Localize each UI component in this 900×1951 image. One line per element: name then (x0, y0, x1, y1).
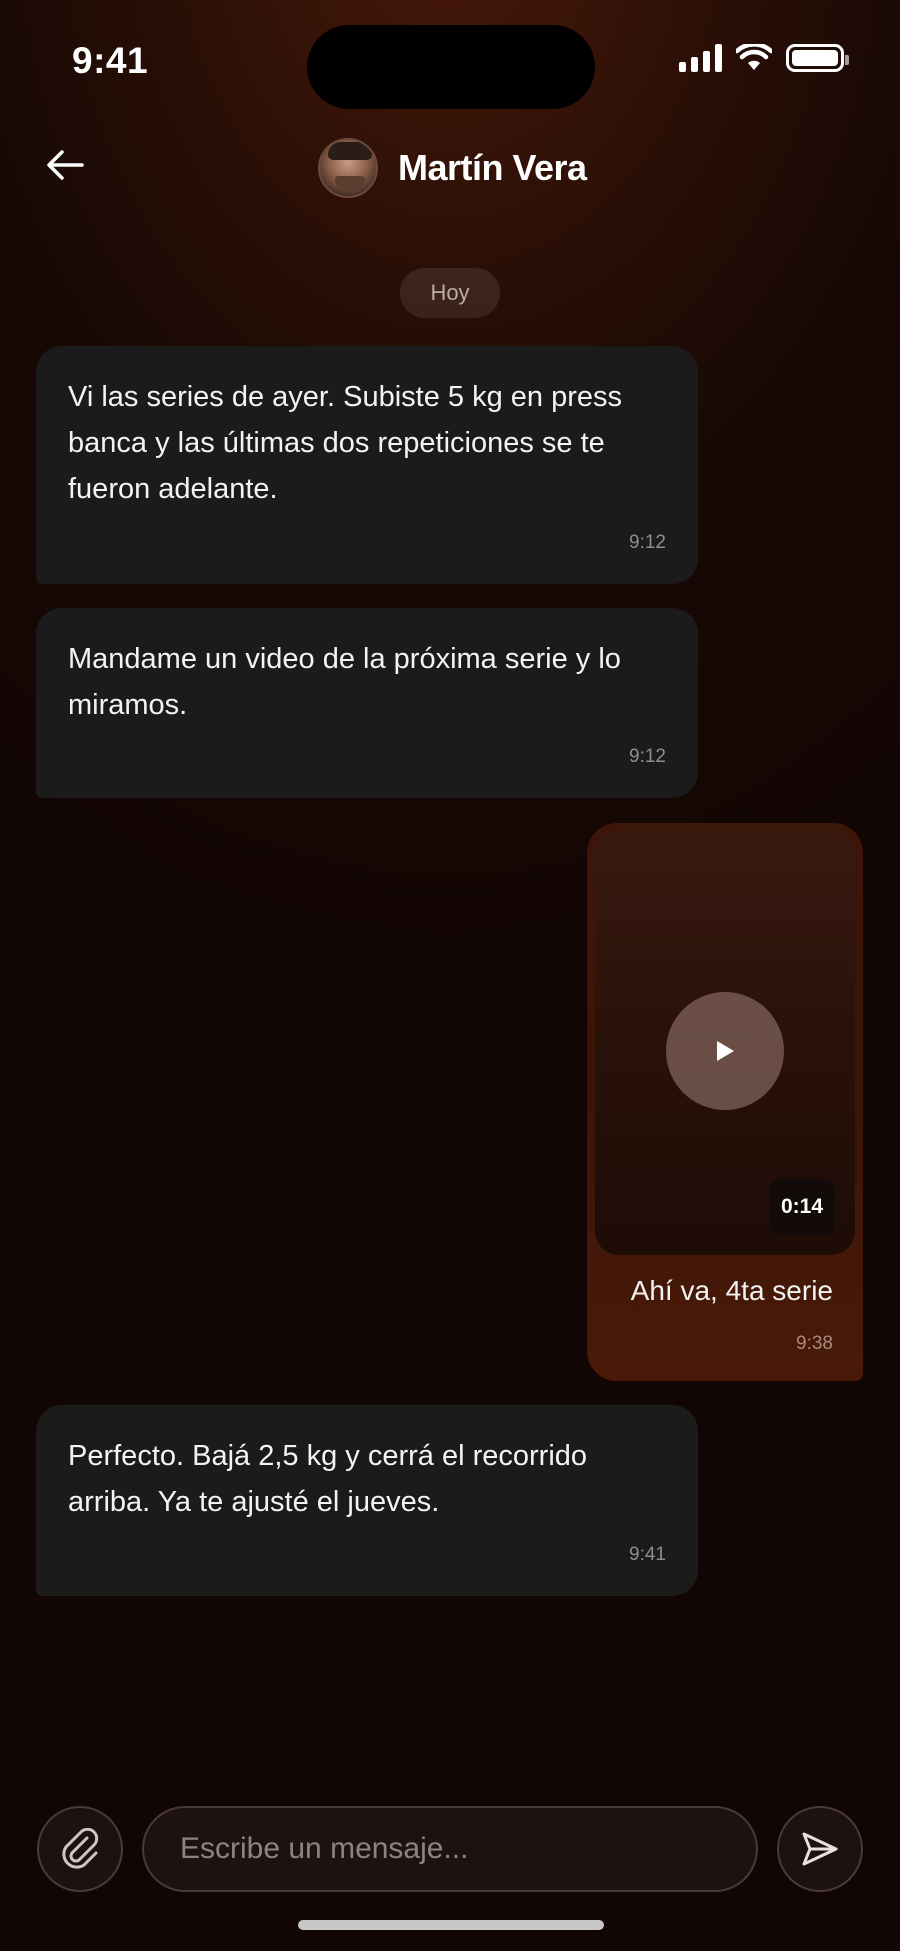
message-text: Vi las series de ayer. Subiste 5 kg en p… (68, 381, 622, 505)
send-button[interactable] (777, 1806, 863, 1892)
message-time: 9:12 (629, 746, 666, 767)
message-text: Perfecto. Bajá 2,5 kg y cerrá el recorri… (68, 1440, 588, 1518)
date-divider: Hoy (400, 268, 500, 318)
signal-icon (679, 44, 722, 72)
play-button[interactable] (666, 992, 784, 1110)
home-indicator (298, 1920, 604, 1930)
wifi-icon (736, 44, 772, 70)
message-time: 9:41 (629, 1544, 666, 1565)
arrow-left-icon (47, 150, 84, 180)
back-button[interactable] (40, 140, 90, 190)
message-time: 9:12 (629, 532, 666, 553)
attach-button[interactable] (37, 1806, 123, 1892)
send-icon (802, 1832, 838, 1866)
message-input[interactable] (142, 1806, 758, 1892)
message-time: 9:38 (796, 1333, 833, 1354)
message-bubble-incoming[interactable]: Perfecto. Bajá 2,5 kg y cerrá el recorri… (36, 1405, 698, 1596)
play-icon (717, 1041, 734, 1061)
video-duration: 0:14 (769, 1179, 835, 1235)
status-time: 9:41 (72, 40, 149, 81)
chat-header[interactable]: Martín Vera (318, 138, 587, 198)
message-text: Mandame un video de la próxima serie y l… (68, 643, 621, 721)
message-bubble-incoming[interactable]: Vi las series de ayer. Subiste 5 kg en p… (36, 346, 698, 584)
avatar[interactable] (318, 138, 378, 198)
message-bubble-outgoing[interactable]: 0:14 Ahí va, 4ta serie 9:38 (587, 823, 863, 1381)
status-icons (679, 44, 849, 72)
contact-name: Martín Vera (398, 147, 587, 188)
video-caption: Ahí va, 4ta serie (630, 1275, 833, 1306)
video-thumbnail[interactable]: 0:14 (595, 831, 855, 1255)
dynamic-island (307, 25, 595, 109)
message-bubble-incoming[interactable]: Mandame un video de la próxima serie y l… (36, 608, 698, 798)
battery-icon (786, 44, 849, 72)
paperclip-icon (62, 1828, 99, 1869)
